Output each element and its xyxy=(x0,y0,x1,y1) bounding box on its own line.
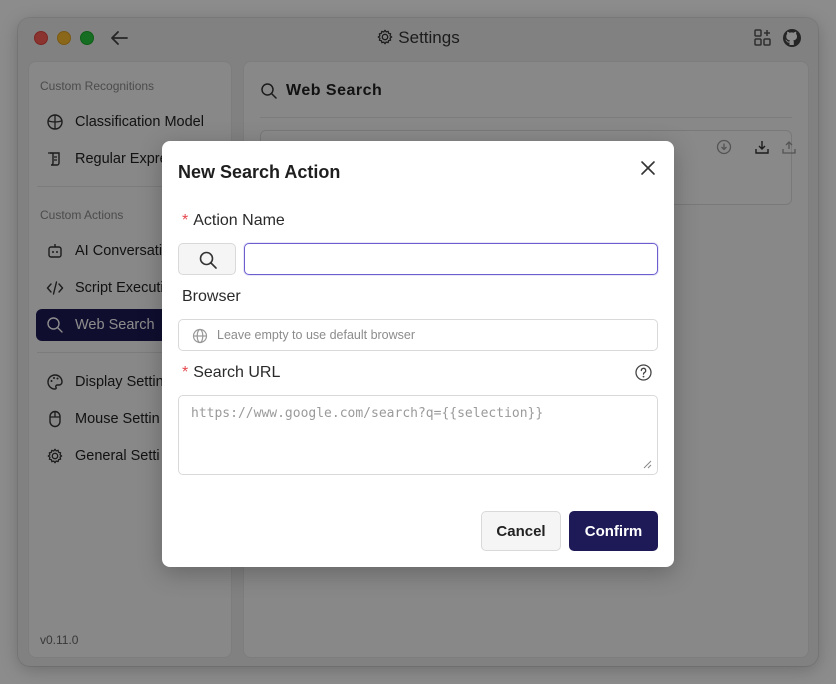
search-url-label: * Search URL xyxy=(182,364,280,382)
confirm-button[interactable]: Confirm xyxy=(569,511,658,551)
action-name-label-text: Action Name xyxy=(193,212,285,229)
close-icon[interactable] xyxy=(639,159,657,177)
search-icon xyxy=(199,251,217,269)
cancel-button[interactable]: Cancel xyxy=(481,511,561,551)
help-icon[interactable] xyxy=(635,364,652,381)
icon-picker-button[interactable] xyxy=(178,243,236,275)
dialog-title: New Search Action xyxy=(178,162,341,182)
browser-label: Browser xyxy=(182,288,241,305)
search-url-textarea[interactable] xyxy=(178,395,658,475)
resize-grip-icon[interactable] xyxy=(642,459,652,469)
globe-icon xyxy=(192,328,208,344)
required-mark: * xyxy=(182,212,189,229)
action-name-label: * Action Name xyxy=(182,212,285,230)
action-name-input[interactable] xyxy=(244,243,658,275)
browser-field[interactable] xyxy=(178,319,658,351)
search-url-label-text: Search URL xyxy=(193,364,281,381)
browser-input[interactable] xyxy=(217,321,647,349)
required-mark: * xyxy=(182,364,189,381)
new-search-action-dialog: New Search Action *Action Name Browser *… xyxy=(162,141,674,567)
